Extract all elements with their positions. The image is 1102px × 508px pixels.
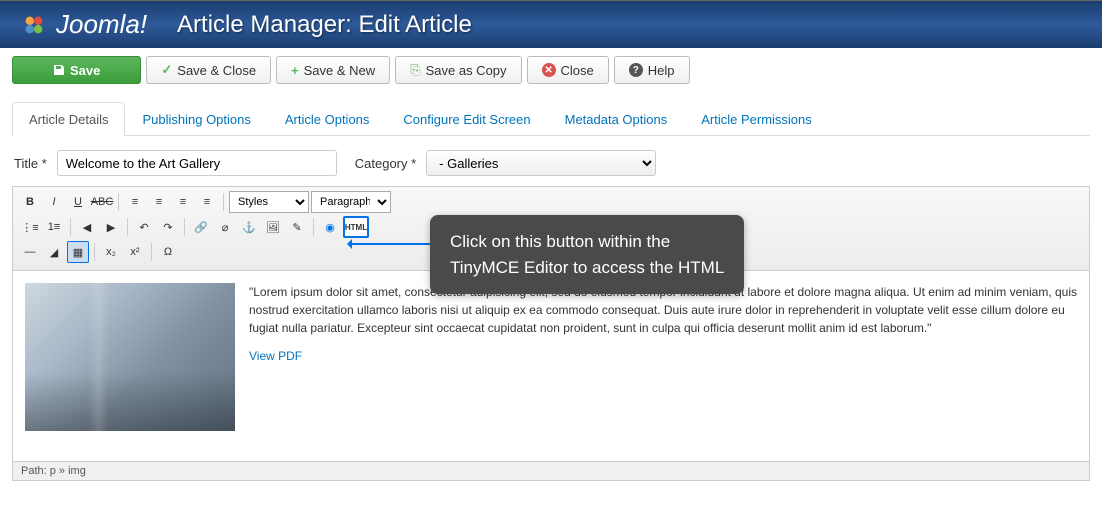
- element-path: Path: p » img: [21, 465, 86, 477]
- html-source-button[interactable]: HTML: [343, 216, 369, 238]
- close-icon: ✕: [542, 63, 556, 77]
- tab-article-details[interactable]: Article Details: [12, 102, 125, 136]
- help-button[interactable]: ? Help: [614, 56, 690, 84]
- category-label: Category *: [355, 156, 416, 171]
- save-label: Save: [70, 63, 100, 78]
- help-label: Help: [648, 63, 675, 78]
- eraser-button[interactable]: ◢: [43, 241, 65, 263]
- cleanup-button[interactable]: ✎: [286, 216, 308, 238]
- indent-button[interactable]: ▶: [100, 216, 122, 238]
- tab-article-options[interactable]: Article Options: [268, 102, 387, 136]
- anchor-button[interactable]: ⚓: [238, 216, 260, 238]
- save-close-button[interactable]: ✓ Save & Close: [146, 56, 271, 84]
- styles-select[interactable]: Styles: [229, 191, 309, 213]
- redo-button[interactable]: ↷: [157, 216, 179, 238]
- brand-logo: Joomla!: [20, 9, 147, 40]
- save-icon: [53, 64, 65, 76]
- align-center-button[interactable]: ≡: [148, 191, 170, 213]
- editor-content-area[interactable]: "Lorem ipsum dolor sit amet, consectetur…: [13, 271, 1089, 461]
- unlink-button[interactable]: ⌀: [214, 216, 236, 238]
- help-icon: ?: [629, 63, 643, 77]
- strikethrough-button[interactable]: ABC: [91, 191, 113, 213]
- editor-status-bar: Path: p » img: [13, 461, 1089, 480]
- format-select[interactable]: Paragraph: [311, 191, 391, 213]
- about-button[interactable]: ◉: [319, 216, 341, 238]
- tab-article-permissions[interactable]: Article Permissions: [684, 102, 829, 136]
- align-justify-button[interactable]: ≡: [196, 191, 218, 213]
- tab-configure-edit-screen[interactable]: Configure Edit Screen: [386, 102, 547, 136]
- italic-button[interactable]: I: [43, 191, 65, 213]
- save-new-label: Save & New: [304, 63, 376, 78]
- close-label: Close: [561, 63, 594, 78]
- undo-button[interactable]: ↶: [133, 216, 155, 238]
- save-copy-button[interactable]: ⎘ Save as Copy: [395, 56, 521, 84]
- align-left-button[interactable]: ≡: [124, 191, 146, 213]
- brand-text: Joomla!: [56, 9, 147, 40]
- save-close-label: Save & Close: [177, 63, 256, 78]
- tab-metadata-options[interactable]: Metadata Options: [548, 102, 685, 136]
- tab-bar: Article Details Publishing Options Artic…: [12, 102, 1090, 136]
- action-toolbar: Save ✓ Save & Close + Save & New ⎘ Save …: [0, 48, 1102, 92]
- title-input[interactable]: [57, 150, 337, 176]
- superscript-button[interactable]: x²: [124, 241, 146, 263]
- subscript-button[interactable]: x₂: [100, 241, 122, 263]
- outdent-button[interactable]: ◀: [76, 216, 98, 238]
- close-button[interactable]: ✕ Close: [527, 56, 609, 84]
- align-right-button[interactable]: ≡: [172, 191, 194, 213]
- category-select[interactable]: - Galleries: [426, 150, 656, 176]
- title-label: Title *: [14, 156, 47, 171]
- article-image: [25, 283, 235, 431]
- view-pdf-link[interactable]: View PDF: [249, 349, 302, 363]
- form-row: Title * Category * - Galleries: [0, 136, 1102, 186]
- link-button[interactable]: 🔗: [190, 216, 212, 238]
- special-char-button[interactable]: Ω: [157, 241, 179, 263]
- tab-publishing-options[interactable]: Publishing Options: [125, 102, 267, 136]
- hr-button[interactable]: —: [19, 241, 41, 263]
- save-copy-label: Save as Copy: [426, 63, 507, 78]
- plus-icon: +: [291, 63, 299, 78]
- image-button[interactable]: 🖼: [262, 216, 284, 238]
- joomla-icon: [20, 11, 48, 39]
- check-icon: ✓: [161, 62, 172, 78]
- copy-icon: ⎘: [410, 62, 420, 78]
- callout-tooltip: Click on this button within the TinyMCE …: [430, 215, 744, 294]
- save-button[interactable]: Save: [12, 56, 141, 84]
- save-new-button[interactable]: + Save & New: [276, 56, 390, 84]
- numbered-list-button[interactable]: 1≡: [43, 216, 65, 238]
- underline-button[interactable]: U: [67, 191, 89, 213]
- bullet-list-button[interactable]: ⋮≡: [19, 216, 41, 238]
- bold-button[interactable]: B: [19, 191, 41, 213]
- app-header: Joomla! Article Manager: Edit Article: [0, 0, 1102, 48]
- callout-arrow: [350, 243, 430, 245]
- page-title: Article Manager: Edit Article: [177, 11, 472, 39]
- table-button[interactable]: ▦: [67, 241, 89, 263]
